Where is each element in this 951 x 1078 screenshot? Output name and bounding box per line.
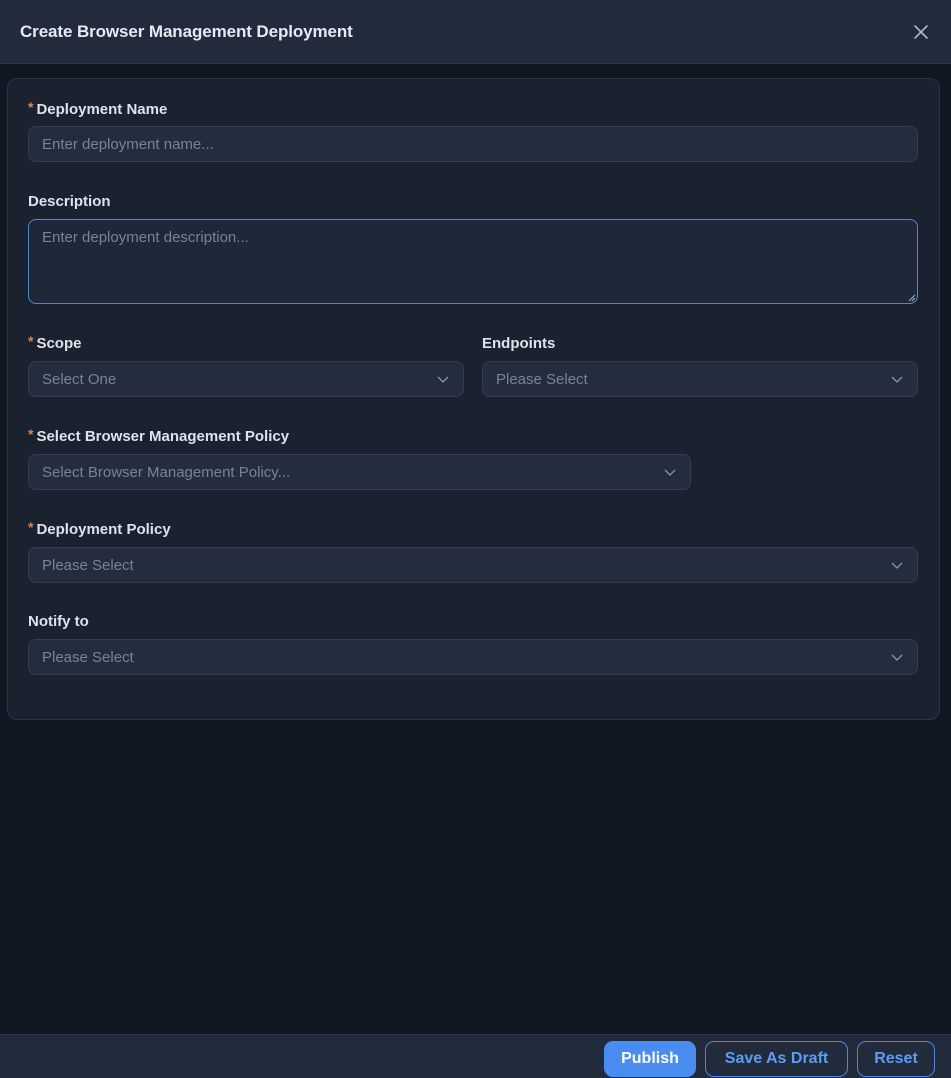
endpoints-select-value: Please Select [496, 370, 588, 388]
notify-to-select[interactable]: Please Select [28, 639, 918, 675]
required-marker: * [28, 99, 34, 115]
chevron-down-icon [891, 376, 903, 383]
browser-policy-select-value: Select Browser Management Policy... [42, 463, 291, 481]
deployment-policy-select[interactable]: Please Select [28, 547, 918, 583]
modal-header: Create Browser Management Deployment [0, 0, 951, 64]
chevron-down-icon [437, 376, 449, 383]
deployment-policy-label: * Deployment Policy [28, 519, 171, 538]
description-label: Description [28, 193, 111, 210]
browser-policy-select[interactable]: Select Browser Management Policy... [28, 454, 691, 490]
scope-select-value: Select One [42, 370, 117, 388]
notify-to-select-value: Please Select [42, 648, 134, 666]
endpoints-select[interactable]: Please Select [482, 361, 918, 397]
chevron-down-icon [891, 654, 903, 661]
modal-footer: Publish Save As Draft Reset [0, 1034, 951, 1078]
required-marker: * [28, 426, 34, 442]
browser-policy-label: * Select Browser Management Policy [28, 426, 290, 445]
create-deployment-modal: Create Browser Management Deployment * De… [0, 0, 951, 1078]
notify-to-label: Notify to [28, 613, 89, 630]
publish-button[interactable]: Publish [604, 1041, 696, 1077]
scope-label: * Scope [28, 333, 82, 352]
deployment-name-label: * Deployment Name [28, 99, 168, 118]
close-icon [914, 24, 928, 39]
description-textarea[interactable] [28, 219, 918, 304]
chevron-down-icon [891, 562, 903, 569]
required-marker: * [28, 519, 34, 535]
deployment-name-input[interactable] [28, 126, 918, 162]
required-marker: * [28, 333, 34, 349]
endpoints-label: Endpoints [482, 335, 556, 352]
deployment-form: *Deployment Name Description *Scope Sele… [7, 78, 940, 720]
save-draft-button[interactable]: Save As Draft [705, 1041, 848, 1077]
close-button[interactable] [905, 16, 937, 48]
scope-select[interactable]: Select One [28, 361, 464, 397]
chevron-down-icon [664, 469, 676, 476]
deployment-policy-select-value: Please Select [42, 556, 134, 574]
modal-title: Create Browser Management Deployment [20, 21, 353, 41]
reset-button[interactable]: Reset [857, 1041, 935, 1077]
